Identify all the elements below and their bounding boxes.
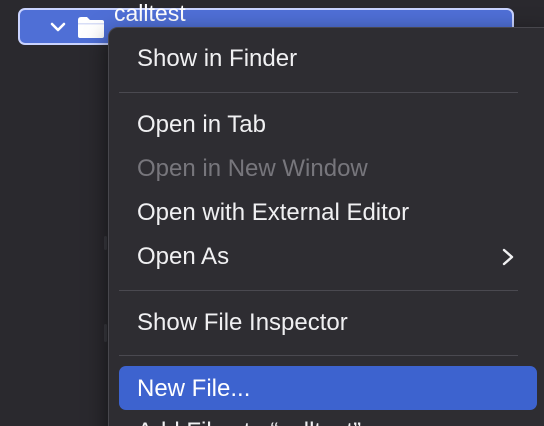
menu-item-add-files[interactable]: Add Files to “calltest”... (137, 418, 381, 426)
menu-item-open-as[interactable]: Open As (137, 243, 229, 271)
chevron-down-icon[interactable] (50, 19, 66, 35)
context-menu: Show in Finder Open in Tab Open in New W… (108, 27, 544, 426)
menu-item-new-file[interactable]: New File... (137, 375, 250, 403)
menu-item-show-file-inspector[interactable]: Show File Inspector (137, 309, 348, 337)
navigator-scroll-mark (104, 236, 107, 250)
menu-item-open-in-new-window: Open in New Window (137, 155, 368, 182)
menu-item-open-with-external-editor[interactable]: Open with External Editor (137, 199, 409, 227)
xcode-window: calltest Show in Finder Open in Tab Open… (0, 0, 544, 426)
menu-separator (119, 290, 518, 291)
menu-item-show-in-finder[interactable]: Show in Finder (137, 45, 297, 73)
folder-icon (76, 14, 106, 40)
menu-item-open-in-tab[interactable]: Open in Tab (137, 111, 266, 139)
folder-name-label: calltest (114, 0, 186, 26)
chevron-right-icon (501, 247, 515, 267)
menu-separator (119, 92, 518, 93)
menu-separator (119, 355, 518, 356)
navigator-scroll-mark (104, 324, 107, 342)
